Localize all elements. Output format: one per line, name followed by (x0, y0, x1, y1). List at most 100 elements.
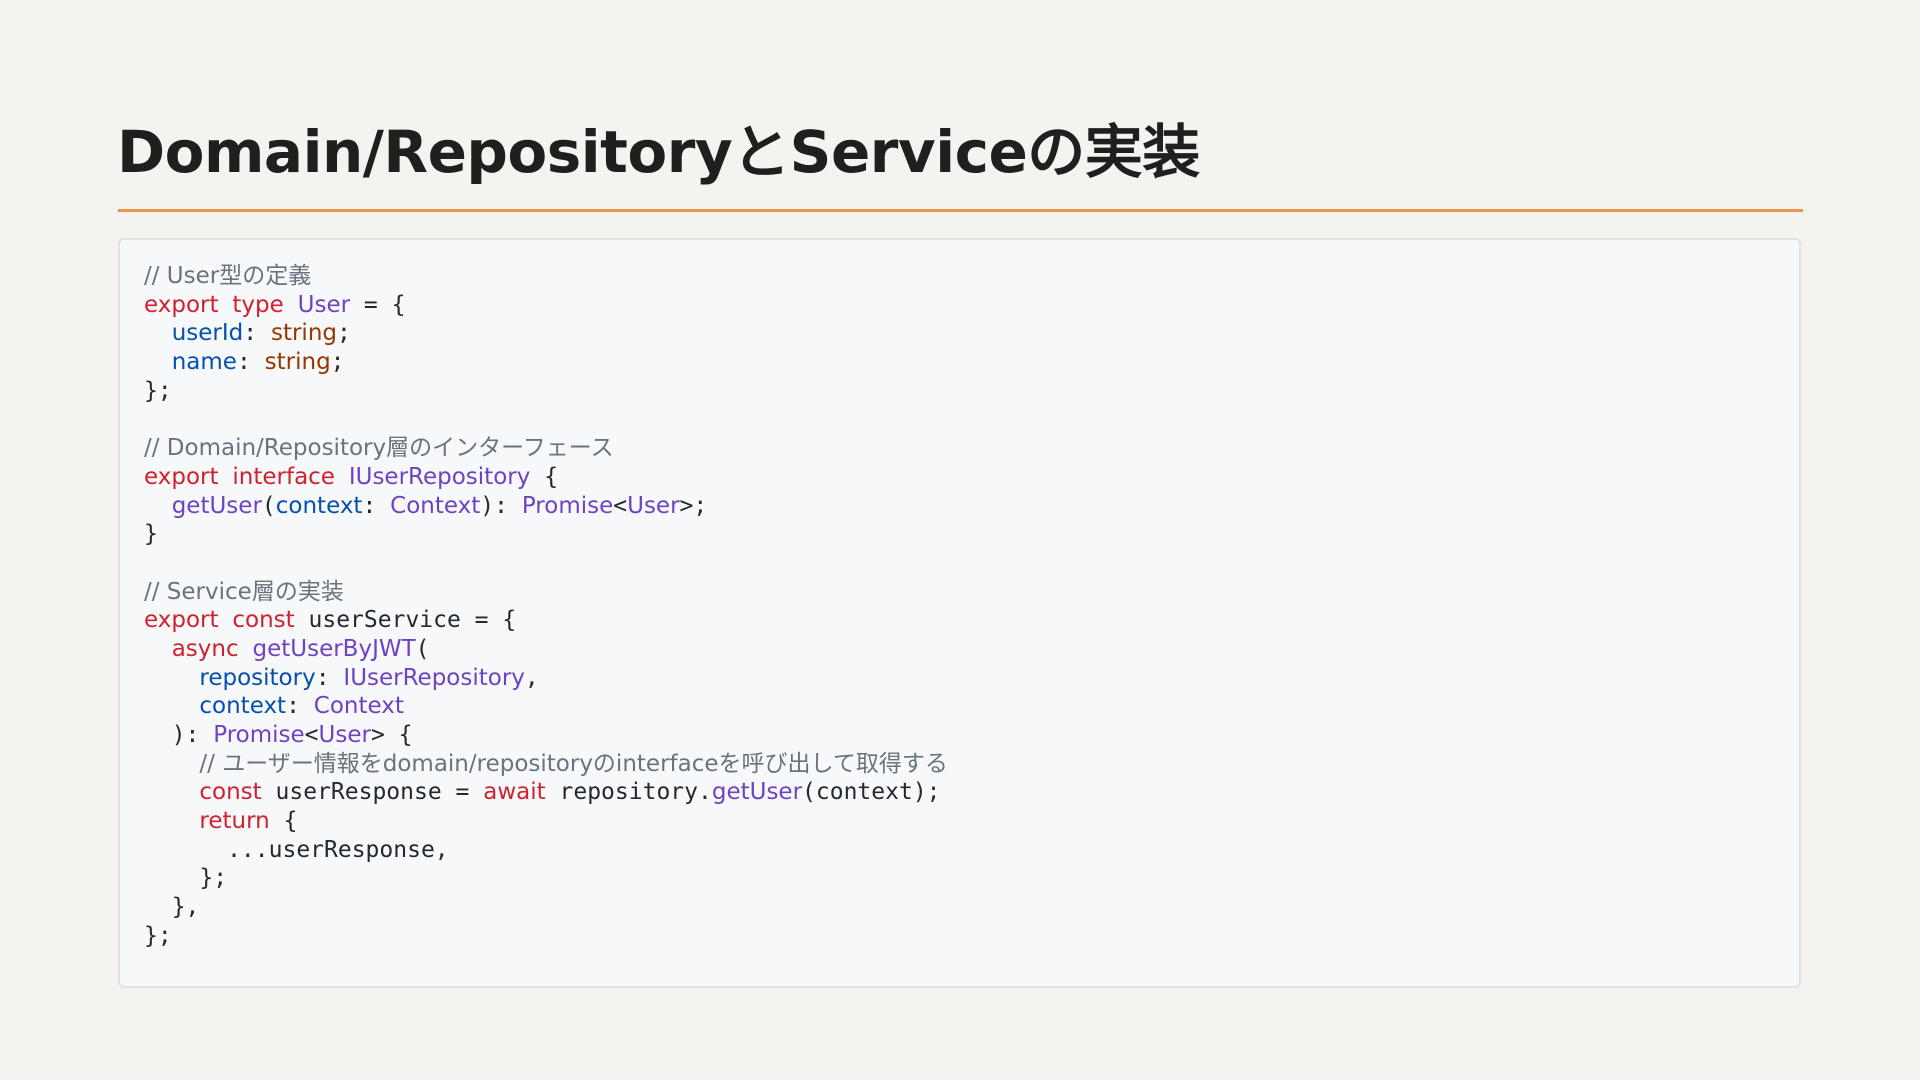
code-type-name: User (627, 492, 680, 519)
code-text: ; (337, 320, 351, 347)
code-text: ( (415, 635, 430, 662)
code-line: export interface IUserRepository { (144, 463, 1775, 492)
code-type-name: User (318, 722, 371, 748)
code-listing: // User型の定義 export type User = { userId: … (144, 262, 1775, 951)
code-keyword: export (144, 607, 219, 634)
title-underline (118, 209, 1803, 212)
code-text: >; (679, 492, 708, 519)
code-line: // Service層の実装 (144, 578, 1775, 607)
code-line: repository: IUserRepository, (144, 664, 1775, 693)
code-line: getUser(context: Context): Promise<User>… (144, 492, 1775, 521)
code-text: { (530, 463, 559, 490)
code-comment: // Domain/Repository層のインターフェース (144, 435, 614, 462)
code-text: } (144, 521, 158, 548)
code-type-name: User (297, 291, 351, 318)
code-keyword: await (483, 779, 546, 806)
code-line: const userResponse = await repository.ge… (144, 778, 1775, 807)
code-function-name: getUserByJWT (252, 635, 416, 662)
code-text: < (613, 492, 628, 519)
code-type-name: Promise (521, 492, 614, 519)
code-line: export const userService = { (144, 606, 1775, 635)
code-line: ): Promise<User> { (144, 721, 1775, 750)
code-keyword: type (232, 291, 284, 318)
code-line: name: string; (144, 348, 1775, 377)
code-property: name (171, 349, 237, 376)
code-keyword: const (232, 607, 295, 634)
code-text: : (315, 664, 344, 691)
code-text: }, (144, 894, 200, 921)
code-line: userId: string; (144, 319, 1775, 348)
code-text: }; (144, 377, 172, 404)
code-property: userId (171, 320, 244, 347)
code-type-name: IUserRepository (343, 664, 525, 691)
code-property: repository (199, 664, 316, 691)
code-text: ( (261, 492, 276, 519)
code-line: }, (144, 893, 1775, 922)
code-line: }; (144, 864, 1775, 893)
code-line: } (144, 520, 1775, 549)
code-keyword: export (144, 463, 219, 490)
code-line: return { (144, 807, 1775, 836)
code-comment: // User型の定義 (144, 263, 312, 289)
code-text: userService = { (294, 607, 517, 634)
code-text: { (269, 808, 298, 835)
code-keyword: return (199, 808, 270, 835)
code-block: // User型の定義 export type User = { userId: … (118, 238, 1801, 988)
code-text: ): (480, 492, 522, 519)
code-text: = { (350, 291, 406, 318)
slide-title: Domain/RepositoryとServiceの実装 (117, 118, 1200, 186)
code-text: > { (370, 722, 413, 748)
code-comment: // Service層の実装 (144, 578, 344, 605)
code-text: ; (330, 349, 345, 376)
code-comment: // ユーザー情報をdomain/repositoryのinterfaceを呼び… (199, 750, 948, 777)
code-line: ...userResponse, (144, 836, 1775, 865)
code-line: context: Context (144, 692, 1775, 721)
code-property: context (275, 492, 363, 519)
code-text: repository. (545, 779, 712, 806)
code-text: : (286, 693, 314, 720)
code-function-name: getUser (711, 779, 803, 806)
code-type-name: Context (390, 492, 481, 519)
code-property: context (199, 693, 287, 720)
code-text: }; (144, 922, 172, 949)
code-text: ): (144, 722, 214, 748)
code-line: async getUserByJWT( (144, 635, 1775, 664)
code-text: ...userResponse, (144, 836, 449, 863)
code-line: // ユーザー情報をdomain/repositoryのinterfaceを呼び… (144, 750, 1775, 779)
code-line: // User型の定義 (144, 262, 1775, 291)
code-text: }; (144, 865, 228, 892)
code-keyword: interface (232, 463, 335, 490)
code-function-name: getUser (171, 492, 262, 519)
code-text: < (304, 722, 319, 748)
code-text: : (362, 492, 391, 519)
code-text: : (236, 349, 265, 376)
code-text: userResponse = (261, 779, 484, 806)
code-line: }; (144, 922, 1775, 951)
code-text: (context); (802, 779, 941, 806)
code-builtin-type: string (270, 320, 337, 347)
code-text: : (243, 320, 271, 347)
code-line: export type User = { (144, 291, 1775, 320)
code-builtin-type: string (264, 349, 331, 376)
code-line: // Domain/Repository層のインターフェース (144, 434, 1775, 463)
code-type-name: Context (313, 693, 404, 720)
code-keyword: async (171, 635, 239, 662)
code-type-name: IUserRepository (348, 463, 531, 490)
code-keyword: const (199, 779, 262, 806)
code-keyword: export (144, 291, 219, 318)
